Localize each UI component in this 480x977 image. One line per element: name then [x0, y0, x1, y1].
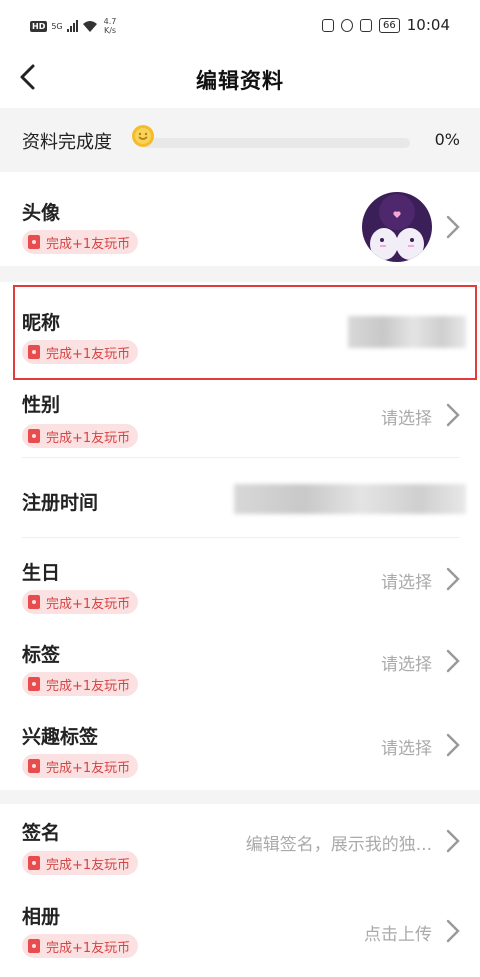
row-label-gender: 性别	[22, 394, 61, 416]
chevron-right-icon	[446, 403, 460, 427]
birthday-value: 请选择	[381, 573, 432, 593]
reward-text: 完成+1友玩币	[46, 760, 131, 776]
reward-badge: 完成+1友玩币	[22, 590, 139, 614]
nav-bar: 编辑资料	[0, 50, 480, 108]
chevron-right-icon	[446, 649, 460, 673]
row-register-time: 注册时间	[0, 458, 480, 538]
tags-value: 请选择	[381, 655, 432, 675]
row-interest-tags[interactable]: 兴趣标签 完成+1友玩币 请选择	[0, 706, 480, 790]
avatar-image[interactable]	[362, 192, 432, 262]
reward-badge: 完成+1友玩币	[22, 672, 139, 696]
reward-icon	[28, 235, 40, 249]
row-label-register-time: 注册时间	[22, 492, 99, 514]
reward-icon	[28, 595, 40, 609]
interest-tags-value: 请选择	[381, 739, 432, 759]
row-gender[interactable]: 性别 完成+1友玩币 请选择	[0, 382, 480, 458]
chevron-right-icon	[446, 567, 460, 591]
row-label-interest-tags: 兴趣标签	[22, 726, 99, 748]
hd-indicator: HD	[30, 20, 48, 32]
network-speed: 4.7 K/s	[104, 17, 117, 35]
status-right: 66 10:04	[322, 16, 450, 34]
row-label-birthday: 生日	[22, 562, 61, 584]
section-gap	[0, 266, 480, 282]
reward-text: 完成+1友玩币	[46, 857, 131, 873]
gender-value: 请选择	[381, 409, 432, 429]
section-gap	[0, 790, 480, 804]
highlight-box	[13, 285, 477, 380]
reward-icon	[28, 429, 40, 443]
row-avatar[interactable]: 头像 完成+1友玩币	[0, 172, 480, 266]
row-label-avatar: 头像	[22, 202, 61, 224]
chevron-right-icon	[446, 919, 460, 943]
reward-text: 完成+1友玩币	[46, 236, 131, 252]
reward-text: 完成+1友玩币	[46, 596, 131, 612]
status-bar: HD 5G 4.7 K/s 66 10:04	[0, 0, 480, 50]
signal-icon	[66, 20, 78, 32]
clock: 10:04	[406, 16, 450, 34]
reward-icon	[28, 677, 40, 691]
row-album[interactable]: 相册 完成+1友玩币 点击上传	[0, 886, 480, 977]
network-type: 5G	[51, 21, 63, 31]
chevron-right-icon	[446, 215, 460, 239]
reward-text: 完成+1友玩币	[46, 678, 131, 694]
speed-value: 4.7	[103, 17, 117, 26]
row-birthday[interactable]: 生日 完成+1友玩币 请选择	[0, 538, 480, 622]
reward-text: 完成+1友玩币	[46, 430, 131, 446]
reward-badge: 完成+1友玩币	[22, 230, 139, 254]
row-label-tags: 标签	[22, 644, 61, 666]
row-signature[interactable]: 签名 完成+1友玩币 编辑签名，展示我的独...	[0, 804, 480, 886]
page-title: 编辑资料	[196, 69, 284, 93]
row-tags[interactable]: 标签 完成+1友玩币 请选择	[0, 622, 480, 706]
wifi-icon	[82, 20, 97, 32]
profile-completeness: 资料完成度 0%	[0, 108, 480, 172]
reward-badge: 完成+1友玩币	[22, 934, 139, 958]
chevron-right-icon	[446, 733, 460, 757]
speed-unit: K/s	[103, 26, 117, 35]
completeness-label: 资料完成度	[22, 132, 112, 153]
coin-icon	[132, 125, 154, 147]
completeness-bar	[142, 138, 410, 148]
album-value: 点击上传	[364, 925, 432, 945]
completeness-value: 0%	[434, 130, 460, 149]
alarm-icon	[341, 18, 354, 32]
vibrate-icon	[360, 18, 373, 32]
reward-badge: 完成+1友玩币	[22, 851, 139, 875]
register-time-value-blurred	[234, 484, 466, 514]
status-left: HD 5G 4.7 K/s	[30, 17, 116, 35]
reward-text: 完成+1友玩币	[46, 940, 131, 956]
reward-icon	[28, 759, 40, 773]
nfc-icon	[322, 18, 335, 32]
battery-icon: 66	[379, 17, 400, 33]
reward-icon	[28, 856, 40, 870]
reward-badge: 完成+1友玩币	[22, 754, 139, 778]
signature-placeholder: 编辑签名，展示我的独...	[245, 835, 432, 855]
row-label-signature: 签名	[22, 822, 61, 844]
reward-badge: 完成+1友玩币	[22, 424, 139, 448]
reward-icon	[28, 939, 40, 953]
chevron-right-icon	[446, 829, 460, 853]
row-label-album: 相册	[22, 906, 61, 928]
